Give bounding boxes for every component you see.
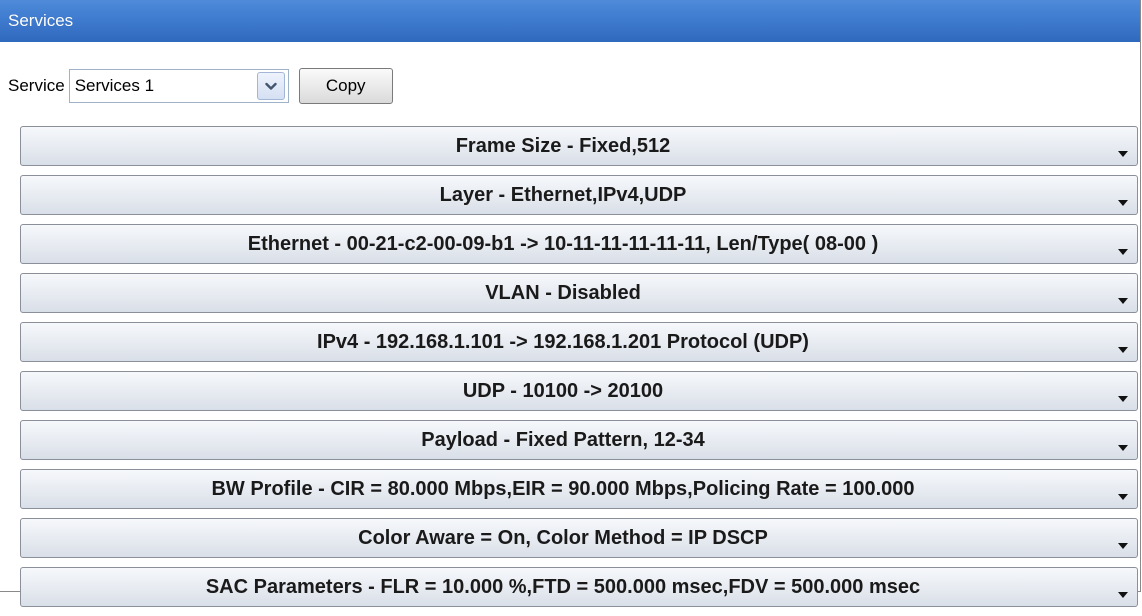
triangle-down-icon[interactable] [1111, 278, 1135, 308]
section-ipv4[interactable]: IPv4 - 192.168.1.101 -> 192.168.1.201 Pr… [20, 322, 1138, 362]
triangle-down-icon[interactable] [1111, 376, 1135, 406]
triangle-down-icon[interactable] [1111, 131, 1135, 161]
section-label: UDP - 10100 -> 20100 [462, 379, 664, 402]
section-payload[interactable]: Payload - Fixed Pattern, 12-34 [20, 420, 1138, 460]
triangle-down-icon[interactable] [1111, 229, 1135, 259]
section-sac-parameters[interactable]: SAC Parameters - FLR = 10.000 %,FTD = 50… [20, 567, 1138, 607]
section-label: Color Aware = On, Color Method = IP DSCP [358, 526, 768, 549]
section-color-aware[interactable]: Color Aware = On, Color Method = IP DSCP [20, 518, 1138, 558]
triangle-down-icon[interactable] [1111, 572, 1135, 602]
chevron-down-icon[interactable] [256, 72, 285, 100]
section-vlan[interactable]: VLAN - Disabled [20, 273, 1138, 313]
service-toolbar: Service Services 1 Copy [8, 66, 393, 106]
section-label: Layer - Ethernet,IPv4,UDP [439, 183, 687, 206]
section-list: Frame Size - Fixed,512 Layer - Ethernet,… [20, 126, 1138, 616]
window-title: Services [0, 0, 1140, 42]
section-ethernet[interactable]: Ethernet - 00-21-c2-00-09-b1 -> 10-11-11… [20, 224, 1138, 264]
triangle-down-icon[interactable] [1111, 180, 1135, 210]
section-frame-size[interactable]: Frame Size - Fixed,512 [20, 126, 1138, 166]
section-label: IPv4 - 192.168.1.101 -> 192.168.1.201 Pr… [317, 330, 809, 353]
triangle-down-icon[interactable] [1111, 523, 1135, 553]
section-label: VLAN - Disabled [485, 281, 641, 304]
section-label: Ethernet - 00-21-c2-00-09-b1 -> 10-11-11… [247, 232, 879, 255]
service-select[interactable]: Services 1 [68, 69, 289, 103]
services-panel: Services Service Services 1 Copy Frame S… [0, 0, 1141, 607]
triangle-down-icon[interactable] [1111, 327, 1135, 357]
section-label: Payload - Fixed Pattern, 12-34 [421, 428, 705, 451]
copy-button[interactable]: Copy [298, 68, 393, 104]
section-bw-profile[interactable]: BW Profile - CIR = 80.000 Mbps,EIR = 90.… [20, 469, 1138, 509]
service-label: Service [8, 76, 65, 95]
service-select-value: Services 1 [74, 76, 155, 95]
section-label: SAC Parameters - FLR = 10.000 %,FTD = 50… [205, 575, 921, 598]
triangle-down-icon[interactable] [1111, 474, 1135, 504]
section-label: BW Profile - CIR = 80.000 Mbps,EIR = 90.… [211, 477, 915, 500]
section-udp[interactable]: UDP - 10100 -> 20100 [20, 371, 1138, 411]
section-layer[interactable]: Layer - Ethernet,IPv4,UDP [20, 175, 1138, 215]
triangle-down-icon[interactable] [1111, 425, 1135, 455]
section-label: Frame Size - Fixed,512 [455, 134, 671, 157]
